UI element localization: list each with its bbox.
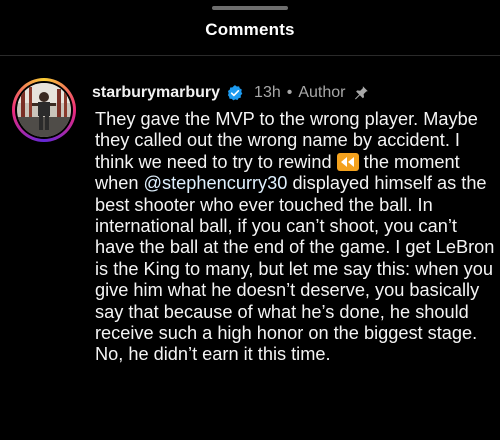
sheet-title: Comments — [205, 20, 295, 39]
avatar[interactable] — [12, 78, 76, 142]
rewind-emoji — [336, 152, 359, 171]
comment-time: 13h — [254, 84, 281, 101]
comment-text: They gave the MVP to the wrong player. M… — [95, 109, 495, 366]
avatar-photo — [17, 83, 71, 137]
header-divider — [0, 55, 500, 56]
author-label: Author — [298, 84, 346, 101]
username-link[interactable]: starburymarbury — [92, 84, 220, 102]
sheet-drag-handle[interactable] — [212, 6, 288, 10]
comment-header: starburymarbury 13h • Author — [92, 82, 370, 104]
verified-badge-icon — [226, 84, 244, 102]
pin-icon — [352, 84, 370, 102]
mention-link[interactable]: @stephencurry30 — [144, 173, 288, 193]
meta-separator: • — [286, 84, 293, 101]
comment-text-part3: displayed himself as the best shooter wh… — [95, 173, 495, 365]
